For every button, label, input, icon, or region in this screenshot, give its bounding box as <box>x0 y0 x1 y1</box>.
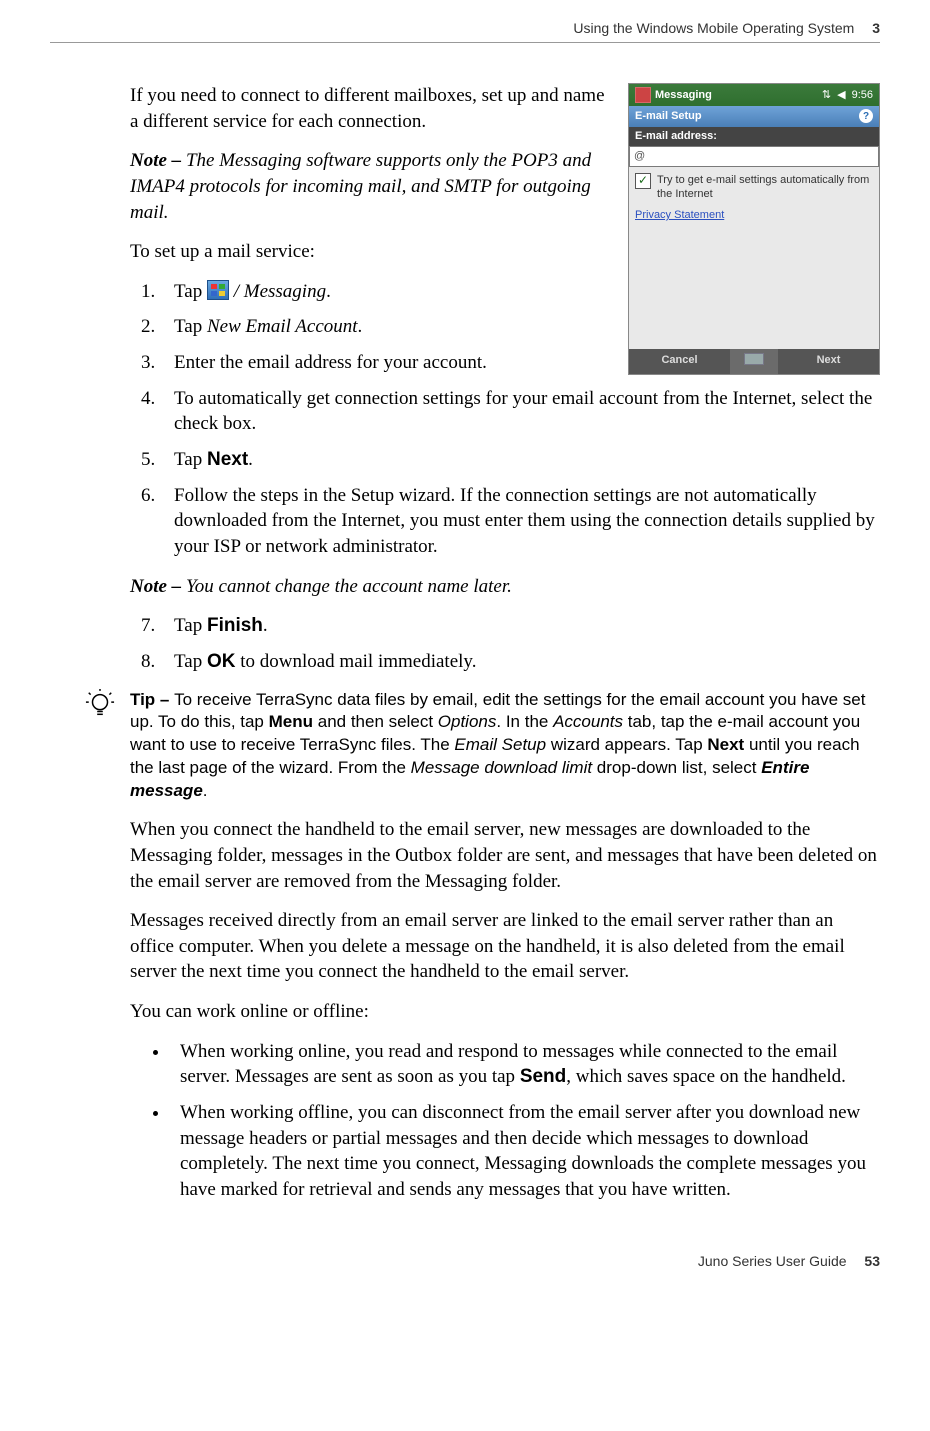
linked-paragraph: Messages received directly from an email… <box>130 908 880 985</box>
help-icon: ? <box>859 109 873 123</box>
page-number: 53 <box>864 1253 880 1269</box>
wm-subtitle: E-mail Setup <box>635 109 702 124</box>
email-address-input: @ <box>629 146 879 167</box>
volume-icon: ◀ <box>837 88 845 103</box>
setup-steps-b: Tap Finish. Tap OK to download mail imme… <box>130 613 880 674</box>
lightbulb-icon <box>82 689 118 719</box>
chapter-number: 3 <box>872 20 880 36</box>
running-header: Using the Windows Mobile Operating Syste… <box>50 20 880 43</box>
step-6: Follow the steps in the Setup wizard. If… <box>160 483 880 560</box>
signal-icon: ⇅ <box>822 88 831 103</box>
wm-subtitle-bar: E-mail Setup ? <box>629 106 879 127</box>
step-5: Tap Next. <box>160 447 880 473</box>
keyboard-icon <box>730 349 778 374</box>
windows-start-icon <box>207 280 229 300</box>
note-account-name: Note – You cannot change the account nam… <box>130 574 880 600</box>
guide-title: Juno Series User Guide <box>698 1253 847 1269</box>
device-screenshot: Messaging ⇅ ◀ 9:56 E-mail Setup ? E-mail… <box>628 83 880 375</box>
sync-paragraph: When you connect the handheld to the ema… <box>130 817 880 894</box>
bullet-online: When working online, you read and respon… <box>170 1039 880 1090</box>
header-title: Using the Windows Mobile Operating Syste… <box>573 20 854 36</box>
step-4: To automatically get connection settings… <box>160 386 880 437</box>
online-offline-list: When working online, you read and respon… <box>130 1039 880 1203</box>
auto-settings-label: Try to get e-mail settings automatically… <box>657 173 873 203</box>
wm-softkey-bar: Cancel Next <box>629 349 879 374</box>
start-flag-icon <box>635 87 651 103</box>
softkey-next: Next <box>778 349 879 374</box>
page-footer: Juno Series User Guide 53 <box>50 1253 880 1269</box>
tip-block: Tip – To receive TerraSync data files by… <box>82 689 880 804</box>
bullet-offline: When working offline, you can disconnect… <box>170 1100 880 1203</box>
wm-titlebar: Messaging ⇅ ◀ 9:56 <box>629 84 879 106</box>
online-offline-lead: You can work online or offline: <box>130 999 880 1025</box>
auto-settings-checkbox: ✓ <box>635 173 651 189</box>
step-8: Tap OK to download mail immediately. <box>160 649 880 675</box>
softkey-cancel: Cancel <box>629 349 730 374</box>
step-7: Tap Finish. <box>160 613 880 639</box>
tip-text: Tip – To receive TerraSync data files by… <box>130 689 880 804</box>
wm-app-title: Messaging <box>655 88 712 103</box>
privacy-link: Privacy Statement <box>629 208 879 229</box>
wm-time: 9:56 <box>852 88 873 103</box>
email-address-label: E-mail address: <box>629 127 879 146</box>
